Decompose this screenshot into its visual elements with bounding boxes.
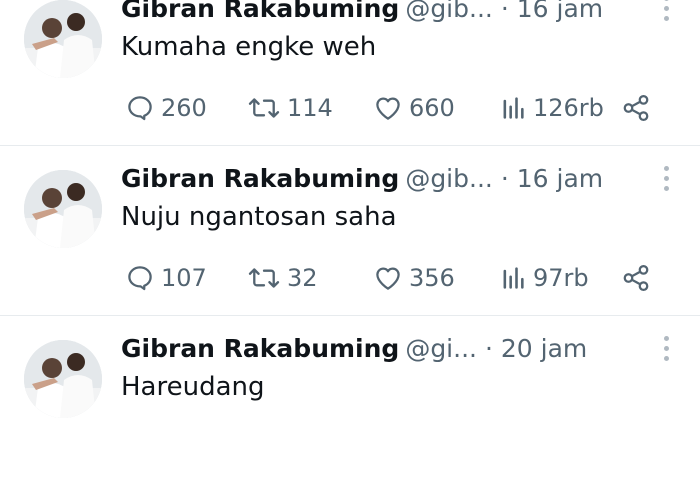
share-button[interactable] bbox=[621, 260, 657, 296]
retweet-icon bbox=[248, 98, 280, 118]
tweet-header: Gibran Rakabuming @gib... · 16 jam bbox=[121, 0, 603, 30]
views-count: 97rb bbox=[533, 264, 589, 292]
retweet-button[interactable]: 114 bbox=[247, 90, 333, 126]
reply-count: 107 bbox=[161, 264, 207, 292]
divider bbox=[0, 145, 700, 146]
share-button[interactable] bbox=[621, 90, 657, 126]
retweet-icon bbox=[248, 268, 280, 288]
views-button[interactable]: 126rb bbox=[499, 90, 604, 126]
avatar[interactable] bbox=[24, 340, 102, 418]
more-icon[interactable] bbox=[662, 336, 670, 364]
like-button[interactable]: 356 bbox=[373, 260, 455, 296]
tweet-header: Gibran Rakabuming @gib... · 16 jam bbox=[121, 164, 603, 200]
heart-icon bbox=[376, 97, 400, 120]
retweet-button[interactable]: 32 bbox=[247, 260, 318, 296]
more-icon[interactable] bbox=[662, 0, 670, 24]
like-button[interactable]: 660 bbox=[373, 90, 455, 126]
avatar[interactable] bbox=[24, 0, 102, 78]
like-count: 356 bbox=[409, 264, 455, 292]
retweet-count: 114 bbox=[287, 94, 333, 122]
retweet-count: 32 bbox=[287, 264, 318, 292]
views-icon bbox=[503, 97, 524, 119]
views-button[interactable]: 97rb bbox=[499, 260, 589, 296]
author-name[interactable]: Gibran Rakabuming bbox=[121, 0, 399, 23]
tweet-text: Hareudang bbox=[121, 372, 265, 402]
author-handle[interactable]: @gi... bbox=[405, 334, 477, 363]
avatar[interactable] bbox=[24, 170, 102, 248]
author-handle[interactable]: @gib... bbox=[405, 0, 493, 23]
tweet-3[interactable]: Gibran Rakabuming @gi... · 20 jam Hareudan… bbox=[0, 324, 700, 494]
reply-icon bbox=[128, 96, 152, 121]
more-icon[interactable] bbox=[662, 166, 670, 194]
tweet-header: Gibran Rakabuming @gi... · 20 jam bbox=[121, 334, 587, 370]
tweet-time[interactable]: · 16 jam bbox=[501, 0, 603, 23]
tweet-actions: 260 114 660 126rb bbox=[121, 90, 661, 126]
tweet-text: Kumaha engke weh bbox=[121, 32, 377, 62]
reply-button[interactable]: 107 bbox=[125, 260, 207, 296]
reply-count: 260 bbox=[161, 94, 207, 122]
reply-icon bbox=[128, 266, 152, 291]
tweet-1[interactable]: Gibran Rakabuming @gib... · 16 jam Kumaha … bbox=[0, 0, 700, 154]
heart-icon bbox=[376, 267, 400, 290]
views-icon bbox=[503, 267, 524, 289]
tweet-2[interactable]: Gibran Rakabuming @gib... · 16 jam Nuju ng… bbox=[0, 154, 700, 324]
tweet-text: Nuju ngantosan saha bbox=[121, 202, 397, 232]
author-name[interactable]: Gibran Rakabuming bbox=[121, 334, 399, 363]
author-name[interactable]: Gibran Rakabuming bbox=[121, 164, 399, 193]
tweet-actions: 107 32 356 97rb bbox=[121, 260, 661, 296]
share-icon bbox=[623, 95, 649, 121]
like-count: 660 bbox=[409, 94, 455, 122]
divider bbox=[0, 315, 700, 316]
views-count: 126rb bbox=[533, 94, 604, 122]
reply-button[interactable]: 260 bbox=[125, 90, 207, 126]
share-icon bbox=[623, 265, 649, 291]
author-handle[interactable]: @gib... bbox=[405, 164, 493, 193]
tweet-time[interactable]: · 20 jam bbox=[485, 334, 587, 363]
tweet-time[interactable]: · 16 jam bbox=[501, 164, 603, 193]
